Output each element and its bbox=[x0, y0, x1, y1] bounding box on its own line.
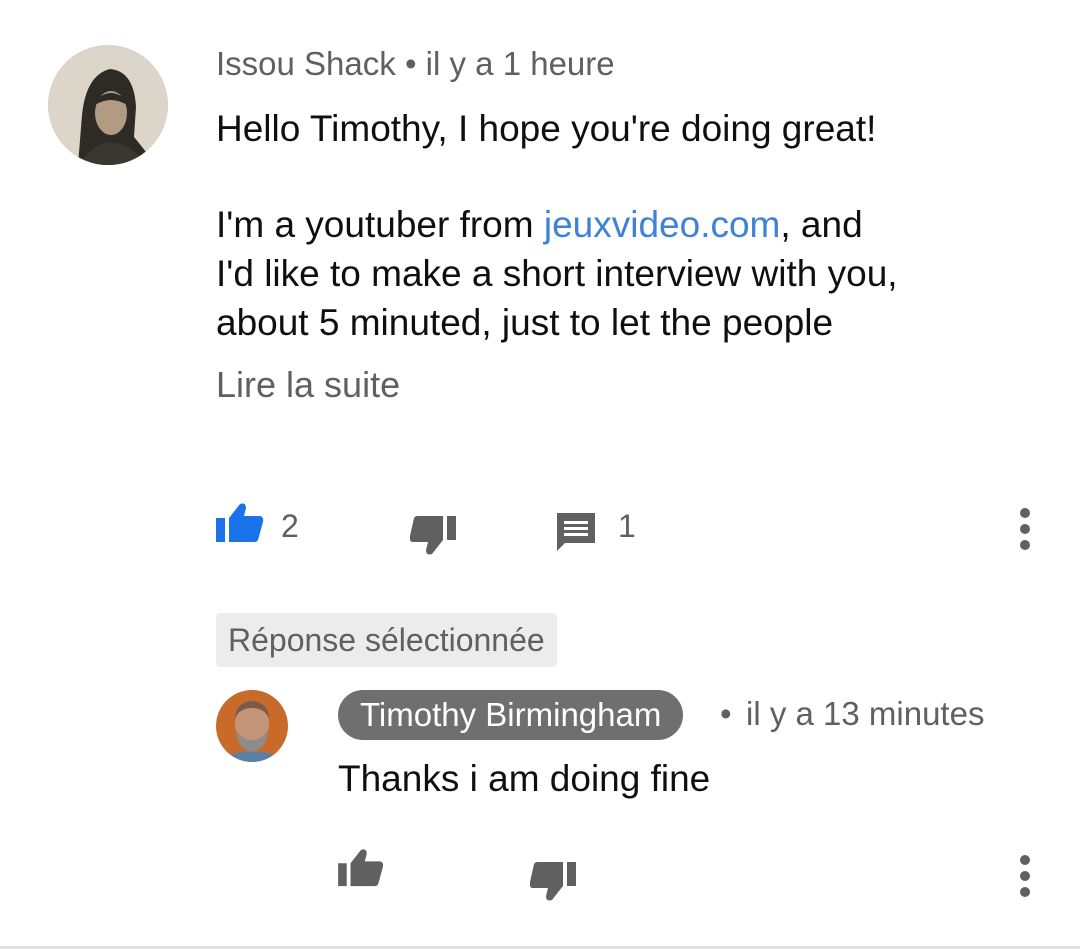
comment-author-avatar[interactable] bbox=[48, 45, 168, 165]
avatar-bearded-man bbox=[216, 690, 288, 762]
comment-author-name[interactable]: Issou Shack bbox=[216, 45, 396, 82]
thumbs-down-icon[interactable] bbox=[410, 514, 456, 556]
reply-text: Thanks i am doing fine bbox=[338, 758, 711, 799]
comment-icon[interactable] bbox=[555, 511, 597, 553]
reply-author-name[interactable]: Timothy Birmingham bbox=[338, 690, 684, 740]
reply-author-avatar[interactable] bbox=[216, 690, 288, 762]
thumbs-up-icon[interactable] bbox=[216, 502, 264, 544]
more-vert-icon[interactable] bbox=[1018, 854, 1032, 898]
avatar-hooded-figure bbox=[48, 45, 168, 165]
reply-count: 1 bbox=[618, 508, 636, 544]
selected-reply-badge: Réponse sélectionnée bbox=[216, 613, 557, 667]
comment-text-line-2-prefix: I'm a youtuber from bbox=[216, 204, 544, 245]
more-vert-icon[interactable] bbox=[1018, 507, 1032, 551]
comment-text-line-3: I'd like to make a short interview with … bbox=[216, 253, 898, 294]
thumbs-up-icon[interactable] bbox=[338, 848, 384, 888]
reply-timestamp[interactable]: il y a 13 minutes bbox=[746, 695, 984, 733]
meta-separator: • bbox=[720, 695, 732, 732]
like-count: 2 bbox=[281, 508, 299, 544]
comment-link[interactable]: jeuxvideo.com bbox=[544, 204, 781, 245]
comment-text-line-2: I'm a youtuber from jeuxvideo.com, and bbox=[216, 200, 863, 249]
comment-text-line-2-suffix: , and bbox=[780, 204, 863, 245]
thumbs-down-icon[interactable] bbox=[530, 860, 576, 902]
comment-meta: Issou Shack • il y a 1 heure bbox=[216, 45, 615, 83]
comment-timestamp[interactable]: il y a 1 heure bbox=[426, 45, 615, 82]
comment-text-line-4: about 5 minuted, just to let the people bbox=[216, 302, 834, 343]
comment-text-line-1: Hello Timothy, I hope you're doing great… bbox=[216, 108, 877, 149]
read-more-link[interactable]: Lire la suite bbox=[216, 364, 400, 406]
meta-separator: • bbox=[404, 45, 426, 82]
